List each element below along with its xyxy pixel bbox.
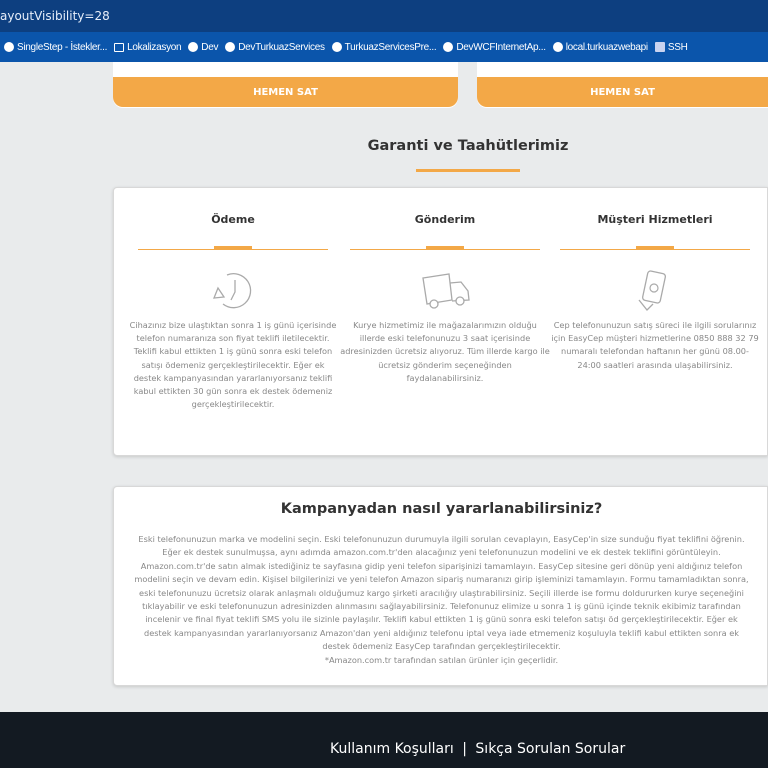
column-text: Cihazınız bize ulaştıktan sonra 1 iş gün… [129,320,337,410]
clock-icon [212,273,252,309]
bookmark-label: DevWCFInternetAp... [456,41,546,53]
bookmarks-bar: SingleStep - İstekler... Lokalizasyon De… [0,32,768,62]
column-text: Kurye hizmetimiz ile mağazalarımızın old… [340,320,550,383]
sell-now-button[interactable]: HEMEN SAT [477,77,768,107]
guarantee-title: Garanti ve Taahütlerimiz [367,138,569,154]
divider-accent [636,246,674,250]
bookmark-label: DevTurkuazServices [238,41,325,53]
campaign-title: Kampanyadan nasıl yararlanabilirsiniz? [280,501,603,517]
campaign-footnote: *Amazon.com.tr tarafından satılan ürünle… [324,654,559,665]
bookmark-singlestep[interactable]: SingleStep - İstekler... [4,42,107,53]
bookmark-label: local.turkuazwebapi [565,41,648,53]
bookmark-turkuazservicespre[interactable]: TurkuazServicesPre... [331,41,437,53]
bookmark-dev[interactable]: Dev [188,42,218,53]
ssh-icon [654,42,665,52]
globe-icon [188,42,199,52]
globe-icon [225,42,236,52]
singlestep-icon [4,42,14,52]
column-title: Gönderim [414,213,476,226]
divider-accent [426,246,464,250]
bookmark-label: SingleStep - İstekler... [17,41,108,53]
column-title: Müşteri Hizmetleri [597,213,713,226]
bookmark-ssh[interactable]: SSH [654,41,688,53]
separator: | [462,741,467,757]
bookmark-local-turkuazwebapi[interactable]: local.turkuazwebapi [552,41,648,53]
globe-icon [552,42,563,52]
column-title: Ödeme [211,213,255,226]
footer: Kullanım Koşulları | Sıkça Sorulan Sorul… [0,712,768,768]
bookmark-label: SSH [667,41,688,53]
globe-icon [443,42,454,52]
bookmark-devwcfinternetap[interactable]: DevWCFInternetAp... [443,41,546,53]
address-bar[interactable]: ayoutVisibility=28 [0,0,768,32]
column-text: Cep telefonunuzun satış süreci ile ilgil… [551,320,759,370]
sell-now-button[interactable]: HEMEN SAT [113,77,458,107]
bookmark-devturkuazservices[interactable]: DevTurkuazServices [225,41,325,53]
phone-hand-icon [638,270,667,311]
bookmark-label: Dev [201,41,219,53]
faq-link[interactable]: Sıkça Sorulan Sorular [475,741,625,757]
campaign-text: Eski telefonunuzun marka ve modelini seç… [132,533,751,667]
bookmark-label: TurkuazServicesPre... [344,41,437,53]
campaign-card: Kampanyadan nasıl yararlanabilirsiniz? E… [113,486,768,686]
url-text: ayoutVisibility=28 [0,9,110,23]
title-underline [416,169,520,172]
folder-icon [114,42,125,52]
globe-icon [331,42,342,52]
divider-accent [214,246,252,250]
bookmark-label: Lokalizasyon [127,41,182,53]
terms-link[interactable]: Kullanım Koşulları [330,741,454,757]
truck-icon [422,273,470,309]
guarantee-card: Ödeme Cihazınız bize ulaştıktan sonra 1 … [113,187,768,456]
bookmark-lokalizasyon[interactable]: Lokalizasyon [114,41,182,53]
